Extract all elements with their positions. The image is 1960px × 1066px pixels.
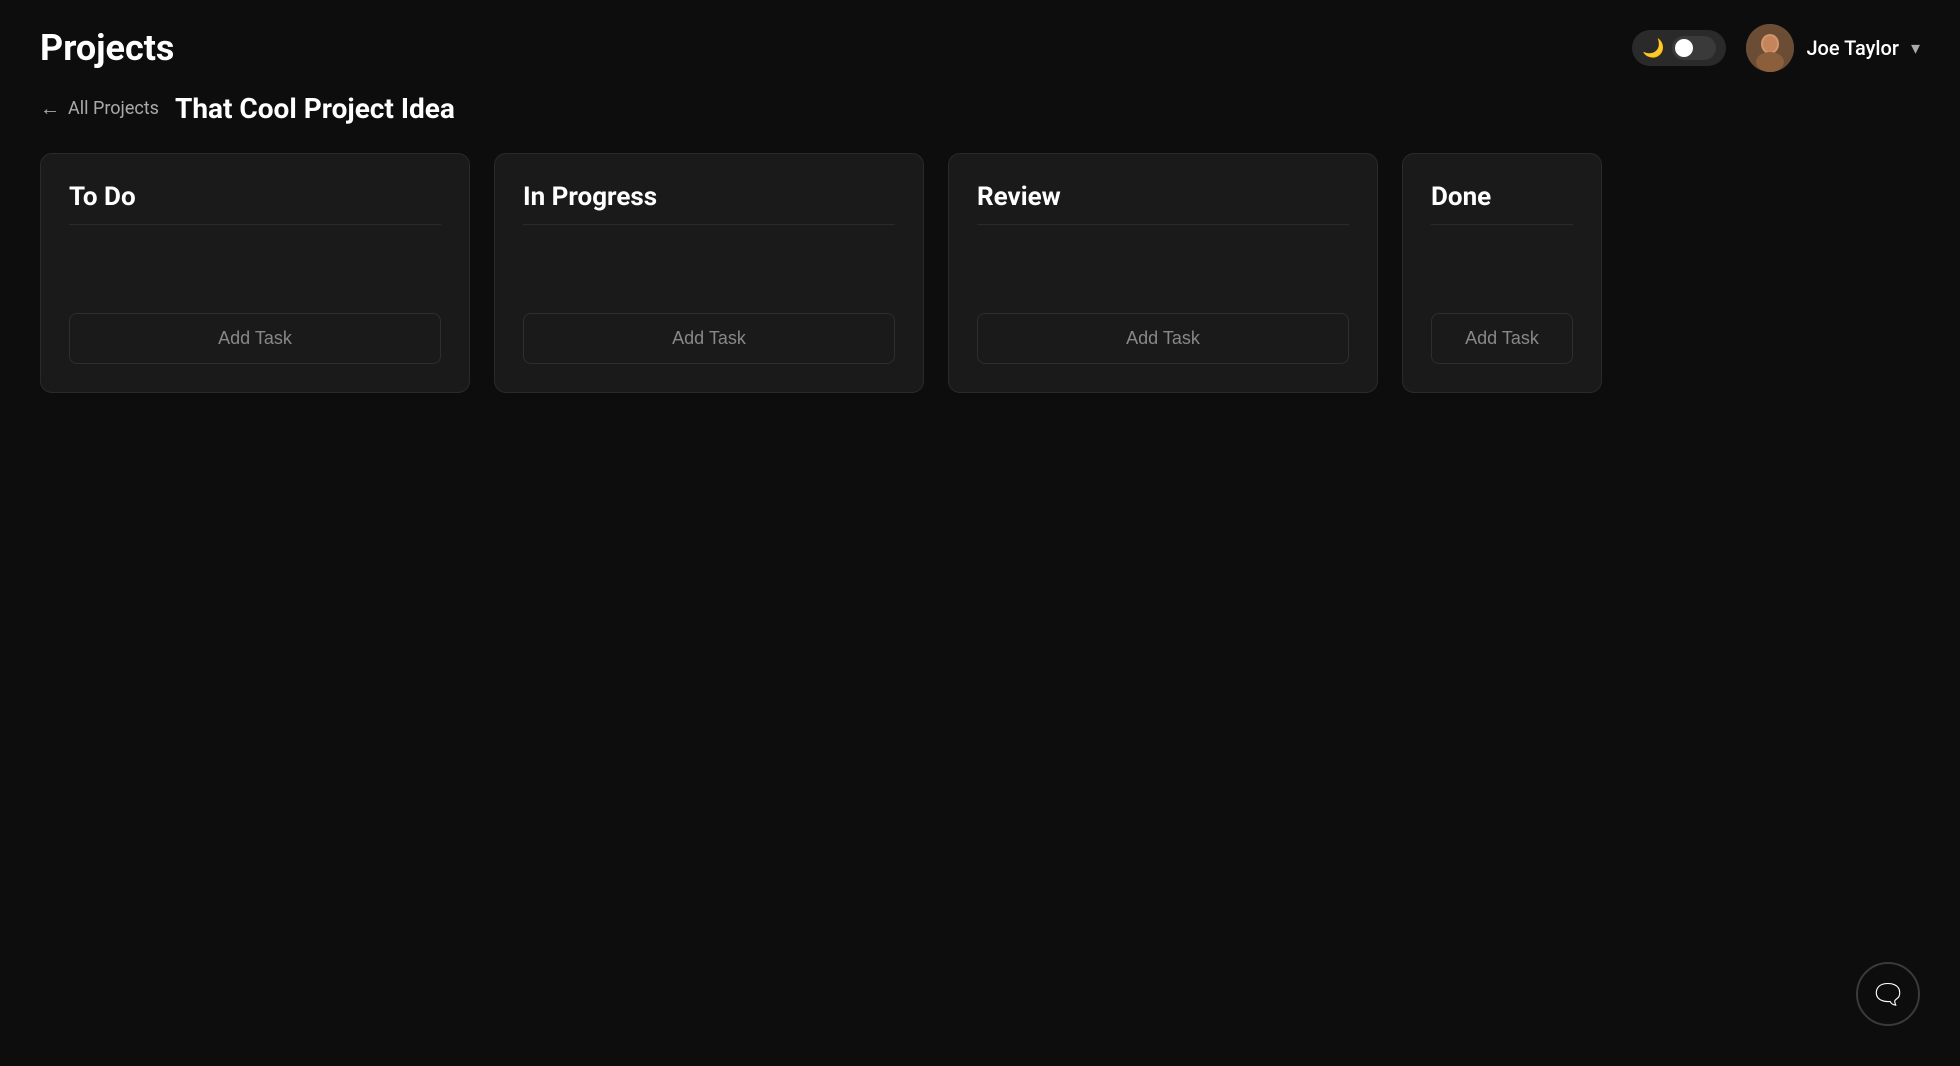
user-menu[interactable]: Joe Taylor ▾ [1746,24,1920,72]
moon-icon: 🌙 [1642,38,1664,59]
chevron-down-icon: ▾ [1911,38,1920,59]
add-task-button-in-progress[interactable]: Add Task [523,313,895,364]
kanban-board: To Do Add Task In Progress Add Task Revi… [0,153,1960,393]
column-done: Done Add Task [1402,153,1602,393]
user-name: Joe Taylor [1806,36,1899,60]
column-title-review: Review [977,182,1349,225]
all-projects-label: All Projects [68,98,159,119]
column-body-done [1431,241,1573,297]
toggle-knob [1672,36,1716,60]
column-body-todo [69,241,441,297]
app-title: Projects [40,27,174,69]
project-title: That Cool Project Idea [175,92,455,125]
column-title-in-progress: In Progress [523,182,895,225]
column-title-done: Done [1431,182,1573,225]
breadcrumb: ← All Projects That Cool Project Idea [0,72,1960,153]
avatar [1746,24,1794,72]
header-right: 🌙 Joe Taylor ▾ [1632,24,1920,72]
back-link[interactable]: ← All Projects [40,96,159,121]
add-task-button-todo[interactable]: Add Task [69,313,441,364]
back-arrow-icon: ← [40,96,60,121]
column-review: Review Add Task [948,153,1378,393]
chat-icon: 🗨 [1870,978,1906,1011]
header: Projects 🌙 Joe Taylor ▾ [0,0,1960,72]
add-task-button-done[interactable]: Add Task [1431,313,1573,364]
column-title-todo: To Do [69,182,441,225]
column-body-in-progress [523,241,895,297]
chat-fab-button[interactable]: 🗨 [1856,962,1920,1026]
column-in-progress: In Progress Add Task [494,153,924,393]
column-todo: To Do Add Task [40,153,470,393]
column-body-review [977,241,1349,297]
add-task-button-review[interactable]: Add Task [977,313,1349,364]
theme-toggle-button[interactable]: 🌙 [1632,30,1726,66]
